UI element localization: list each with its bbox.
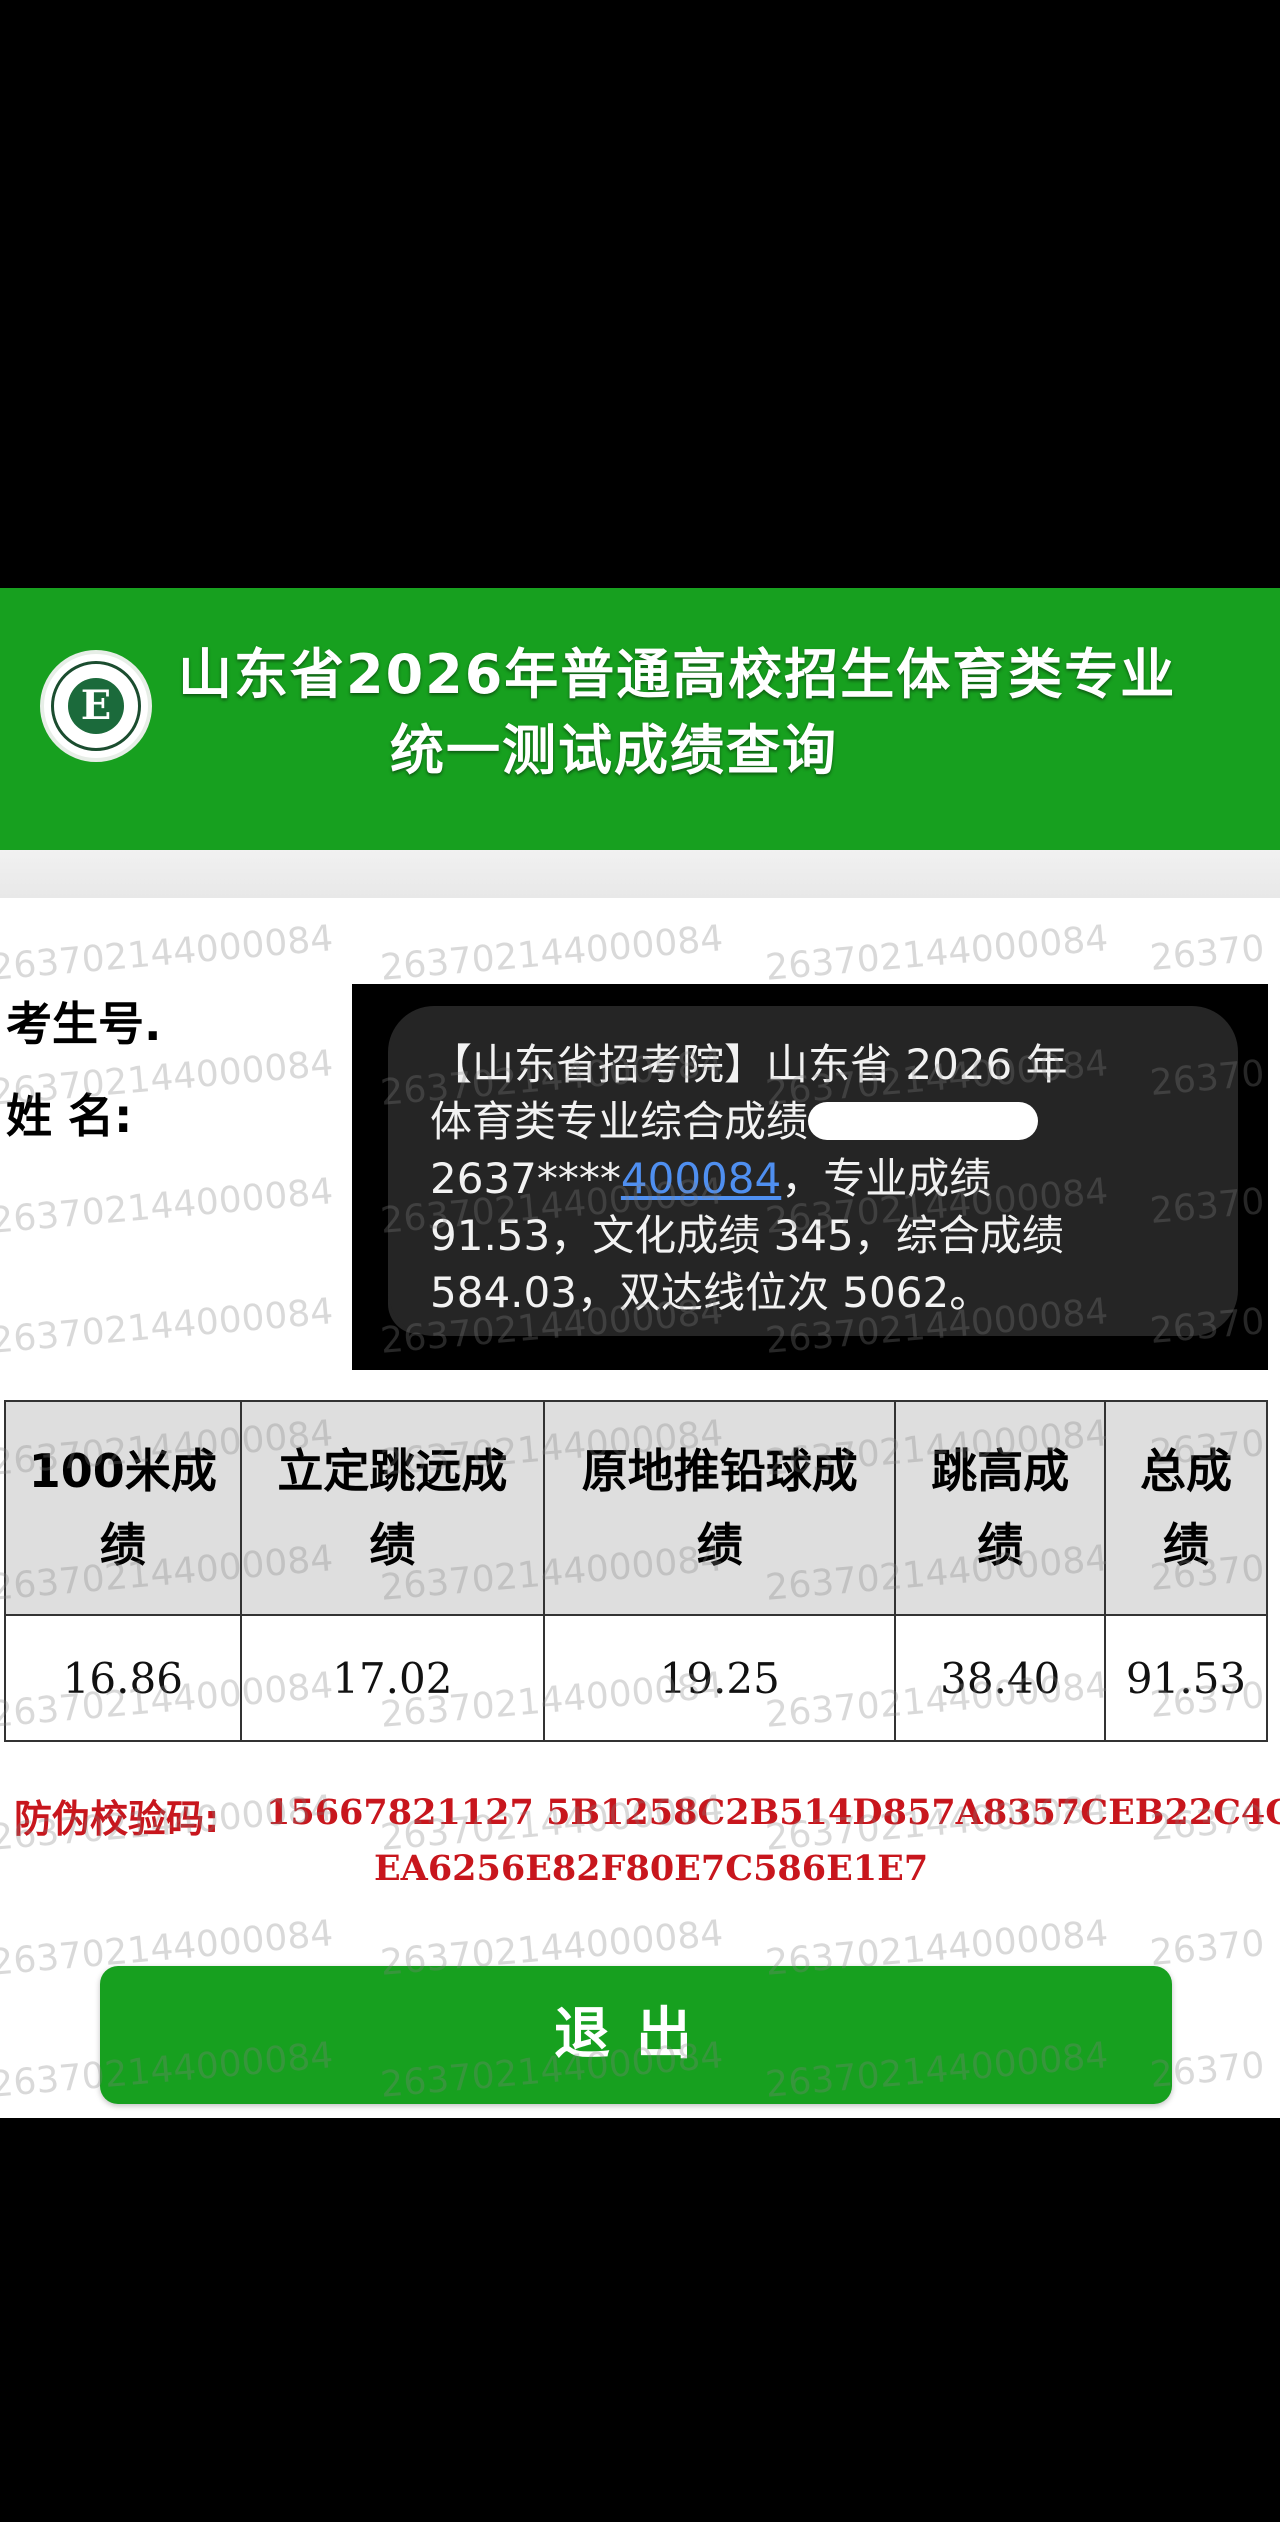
watermark-text: 26370 [1148,928,1267,979]
sms-number-link[interactable]: 400084 [621,1154,781,1203]
exam-number-label: 考生号. [6,997,162,1051]
exit-button[interactable]: 退出 [100,1966,1172,2104]
logo-letter: E [68,678,124,734]
page-header: E 山东省2026年普通高校招生体育类专业 统一测试成绩查询 [0,588,1280,850]
watermark-text: 263702144000084 [0,1171,335,1242]
value-100m: 16.86 [4,1614,242,1742]
header-shot-put: 原地推铅球成绩 [543,1400,897,1616]
value-shot-put: 19.25 [543,1614,897,1742]
message-bubble: 【山东省招考院】山东省 2026 年 体育类专业综合成绩 2637****400… [388,1006,1238,1336]
page-title-line1: 山东省2026年普通高校招生体育类专业 [178,643,1177,706]
sms-line1: 【山东省招考院】山东省 2026 年 [430,1040,1068,1089]
sms-line5: 584.03，双达线位次 5062。 [430,1268,992,1317]
redacted-name-block [808,1102,1039,1140]
verification-code-line1: 15667821127 5B1258C2B514D857A8357CEB22C4… [266,1792,1280,1833]
header-long-jump: 立定跳远成绩 [239,1400,546,1616]
table-row: 16.86 17.02 19.25 38.40 91.53 [4,1614,1268,1742]
table-header-row: 100米成绩 立定跳远成绩 原地推铅球成绩 跳高成绩 总成绩 [4,1400,1268,1616]
header-100m: 100米成绩 [4,1400,242,1616]
watermark-text: 26370 [1148,1923,1267,1974]
header-total: 总成绩 [1104,1400,1268,1616]
header-high-jump: 跳高成绩 [894,1400,1107,1616]
watermark-text: 263702144000084 [0,918,335,989]
sms-line2: 体育类专业综合成绩 [430,1093,1210,1150]
name-label: 姓 名: [6,1089,133,1143]
verification-code-line2: EA6256E82F80E7C586E1E7 [374,1848,929,1889]
verification-code-label: 防伪校验码: [14,1797,220,1841]
sms-line4: 91.53，文化成绩 345，综合成绩 [430,1211,1064,1260]
value-high-jump: 38.40 [894,1614,1107,1742]
score-table: 100米成绩 立定跳远成绩 原地推铅球成绩 跳高成绩 总成绩 16.86 17.… [4,1400,1268,1742]
watermark-text: 263702144000084 [0,1291,335,1362]
score-query-page: E 山东省2026年普通高校招生体育类专业 统一测试成绩查询 考生号. 姓 名:… [0,588,1280,2118]
page-title-line2: 统一测试成绩查询 [390,719,838,782]
watermark-text: 263702144000084 [378,918,725,989]
sms-screenshot: 【山东省招考院】山东省 2026 年 体育类专业综合成绩 2637****400… [352,984,1268,1370]
watermark-text: 263702144000084 [763,918,1110,989]
value-long-jump: 17.02 [239,1614,546,1742]
value-total: 91.53 [1104,1614,1268,1742]
header-divider [0,850,1280,898]
sms-line3: 2637****400084，专业成绩 [430,1154,992,1203]
exam-authority-logo-icon: E [40,650,152,762]
sms-text: 【山东省招考院】山东省 2026 年 体育类专业综合成绩 2637****400… [430,1036,1210,1321]
